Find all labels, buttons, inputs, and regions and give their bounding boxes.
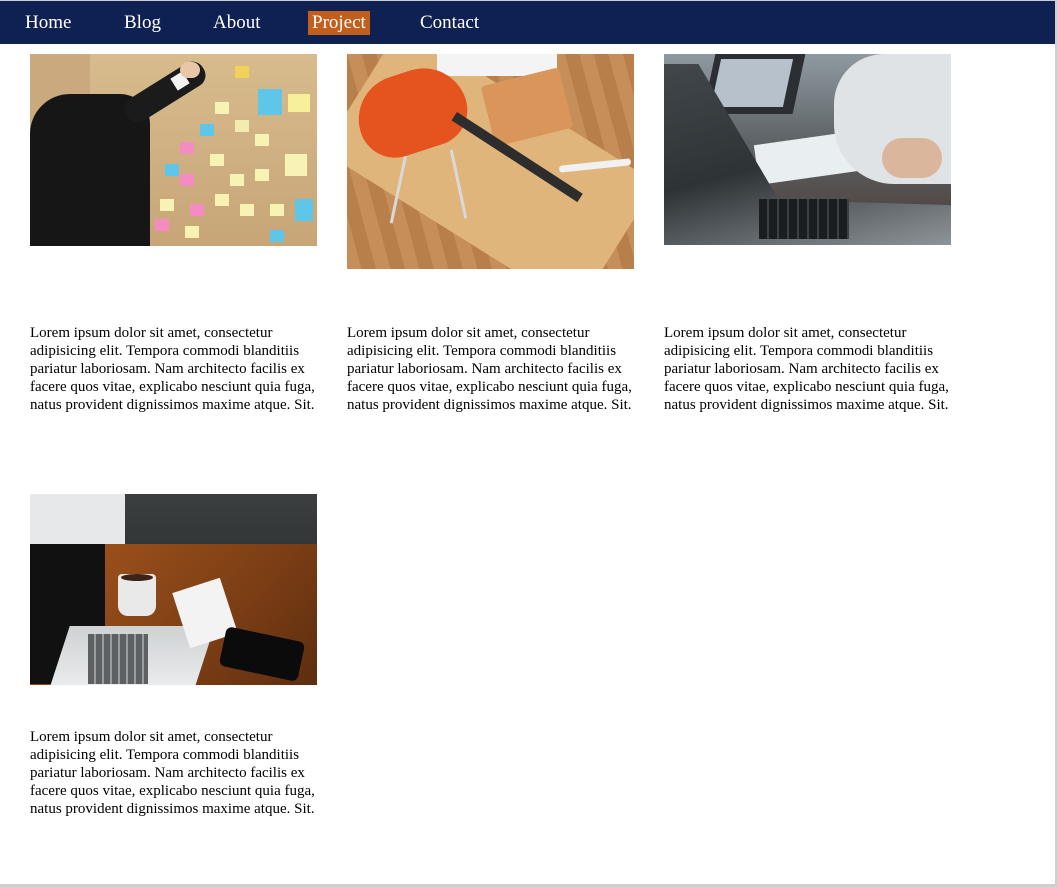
nav-link-home[interactable]: Home: [25, 11, 71, 35]
nav-link-project[interactable]: Project: [308, 11, 370, 35]
desk-orange-chair-photo: [347, 54, 634, 269]
top-navbar: Home Blog About Project Contact: [0, 0, 1055, 44]
project-description: Lorem ipsum dolor sit amet, consectetur …: [30, 325, 315, 413]
nav-link-about[interactable]: About: [213, 11, 261, 35]
laptop-meeting-photo: [664, 54, 951, 245]
nav-link-blog[interactable]: Blog: [124, 11, 161, 35]
project-card: Lorem ipsum dolor sit amet, consectetur …: [30, 494, 317, 817]
project-description: Lorem ipsum dolor sit amet, consectetur …: [347, 325, 632, 413]
laptop-coffee-desk-photo: [30, 494, 317, 685]
project-card: Lorem ipsum dolor sit amet, consectetur …: [347, 54, 634, 413]
project-description: Lorem ipsum dolor sit amet, consectetur …: [664, 325, 949, 413]
project-description: Lorem ipsum dolor sit amet, consectetur …: [30, 729, 315, 817]
nav-link-contact[interactable]: Contact: [420, 11, 479, 35]
project-card: Lorem ipsum dolor sit amet, consectetur …: [664, 54, 951, 413]
project-card: Lorem ipsum dolor sit amet, consectetur …: [30, 54, 317, 413]
sticky-notes-board-photo: [30, 54, 317, 246]
